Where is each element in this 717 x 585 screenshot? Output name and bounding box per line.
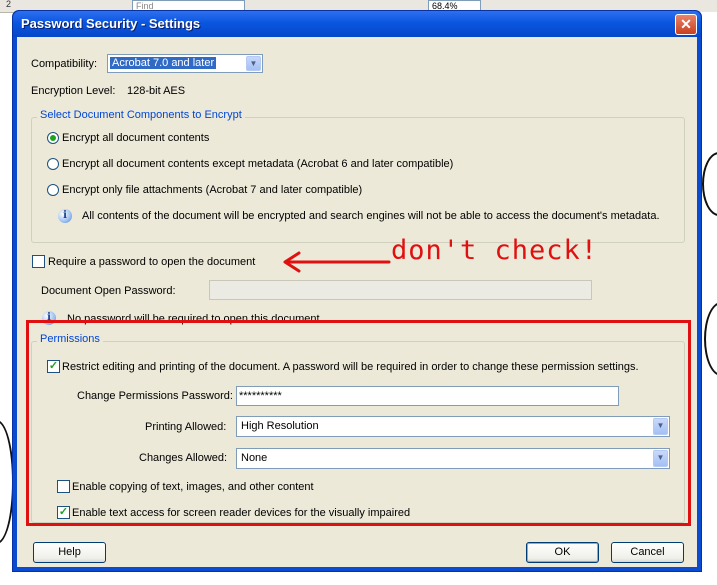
encryption-level-value: 128-bit AES (127, 85, 186, 97)
compatibility-label: Compatibility: (31, 58, 98, 70)
background-drawing (704, 302, 717, 376)
left-arrow-annotation-icon (283, 251, 391, 273)
radio-encrypt-all[interactable] (47, 132, 59, 144)
close-icon: ✕ (680, 16, 692, 32)
background-canvas (700, 12, 717, 585)
ok-button[interactable]: OK (526, 542, 599, 563)
radio-encrypt-attachments[interactable] (47, 184, 59, 196)
radio-encrypt-attachments-label[interactable]: Encrypt only file attachments (Acrobat 7… (62, 184, 362, 196)
encryption-level-label: Encryption Level: (31, 85, 116, 97)
require-open-password-checkbox[interactable] (32, 255, 45, 268)
chevron-down-icon[interactable]: ▼ (246, 56, 261, 71)
cancel-button[interactable]: Cancel (611, 542, 684, 563)
title-bar[interactable]: Password Security - Settings ✕ (13, 11, 701, 37)
help-button[interactable]: Help (33, 542, 106, 563)
info-icon: i (58, 209, 72, 223)
document-open-password-field[interactable] (209, 280, 592, 300)
page-number: 2 (6, 0, 12, 9)
document-open-password-label: Document Open Password: (41, 285, 176, 297)
components-info-text: All contents of the document will be enc… (82, 210, 660, 222)
compatibility-select[interactable]: Acrobat 7.0 and later ▼ (107, 54, 263, 73)
dialog-title: Password Security - Settings (21, 16, 201, 31)
radio-encrypt-all-label[interactable]: Encrypt all document contents (62, 132, 209, 144)
background-drawing (702, 152, 717, 216)
radio-encrypt-except-metadata-label[interactable]: Encrypt all document contents except met… (62, 158, 453, 170)
encrypt-components-title: Select Document Components to Encrypt (37, 109, 245, 121)
require-open-password-label[interactable]: Require a password to open the document (48, 256, 255, 268)
close-button[interactable]: ✕ (675, 14, 697, 35)
compatibility-value: Acrobat 7.0 and later (110, 57, 217, 69)
radio-encrypt-except-metadata[interactable] (47, 158, 59, 170)
annotation-text: don't check! (391, 235, 599, 266)
permissions-highlight-annotation (26, 320, 691, 526)
